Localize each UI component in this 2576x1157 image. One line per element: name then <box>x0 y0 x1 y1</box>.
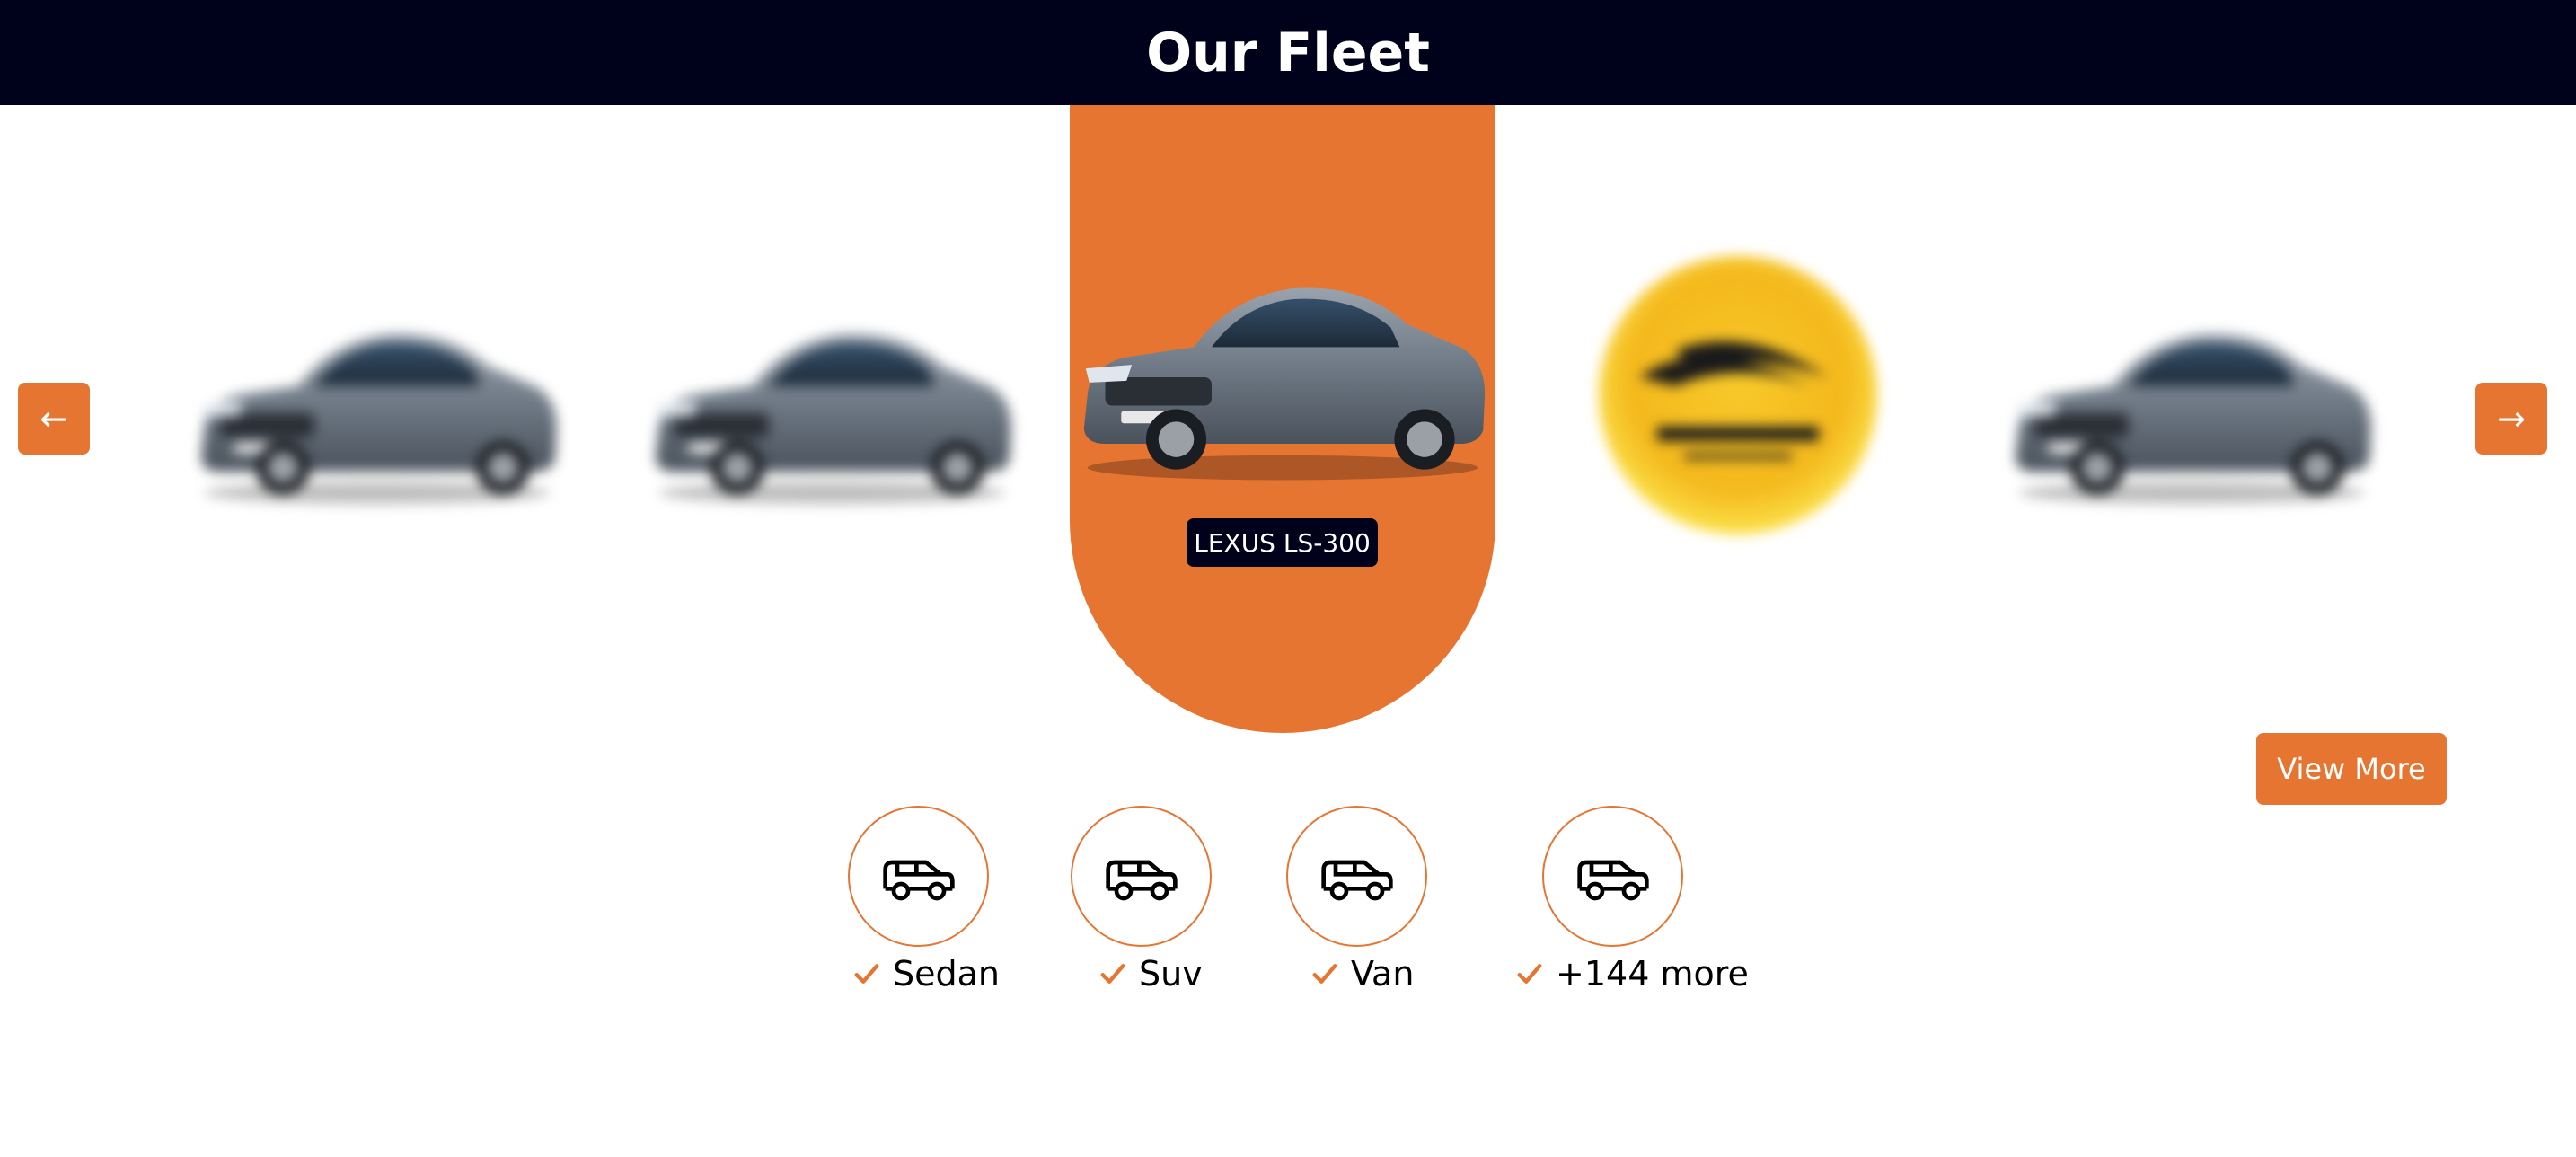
car-slide-image[interactable] <box>189 310 566 508</box>
category-item[interactable]: Van <box>1311 954 1414 994</box>
category-suv-button[interactable] <box>1071 806 1212 947</box>
category-label: Suv <box>1139 954 1203 994</box>
arrow-left-icon: ← <box>40 399 68 438</box>
check-icon <box>1516 960 1543 987</box>
category-item[interactable]: +144 more <box>1516 954 1749 994</box>
page-header: Our Fleet <box>0 0 2576 105</box>
category-label: Sedan <box>893 954 1000 994</box>
category-item[interactable]: Sedan <box>853 954 1000 994</box>
category-sedan-button[interactable] <box>848 806 989 947</box>
car-icon <box>880 848 957 905</box>
page-title: Our Fleet <box>1146 21 1430 84</box>
check-icon <box>1311 960 1338 987</box>
category-item[interactable]: Suv <box>1099 954 1203 994</box>
featured-car-name: LEXUS LS-300 <box>1187 518 1378 567</box>
car-icon <box>1319 848 1396 905</box>
company-logo-slide[interactable] <box>1594 252 1882 539</box>
previous-slide-button[interactable]: ← <box>18 383 90 455</box>
category-label: Van <box>1351 954 1415 994</box>
check-icon <box>1099 960 1126 987</box>
arrow-right-icon: → <box>2497 399 2526 438</box>
car-icon <box>1103 848 1180 905</box>
next-slide-button[interactable]: → <box>2475 383 2547 455</box>
car-slide-image[interactable] <box>643 310 1020 508</box>
car-icon <box>1575 848 1652 905</box>
category-more-button[interactable] <box>1542 806 1683 947</box>
featured-car-image <box>1083 287 1486 481</box>
check-icon <box>853 960 880 987</box>
category-van-button[interactable] <box>1286 806 1427 947</box>
category-label: +144 more <box>1556 954 1749 994</box>
view-more-button[interactable]: View More <box>2256 733 2447 805</box>
car-slide-image[interactable] <box>2003 310 2380 508</box>
